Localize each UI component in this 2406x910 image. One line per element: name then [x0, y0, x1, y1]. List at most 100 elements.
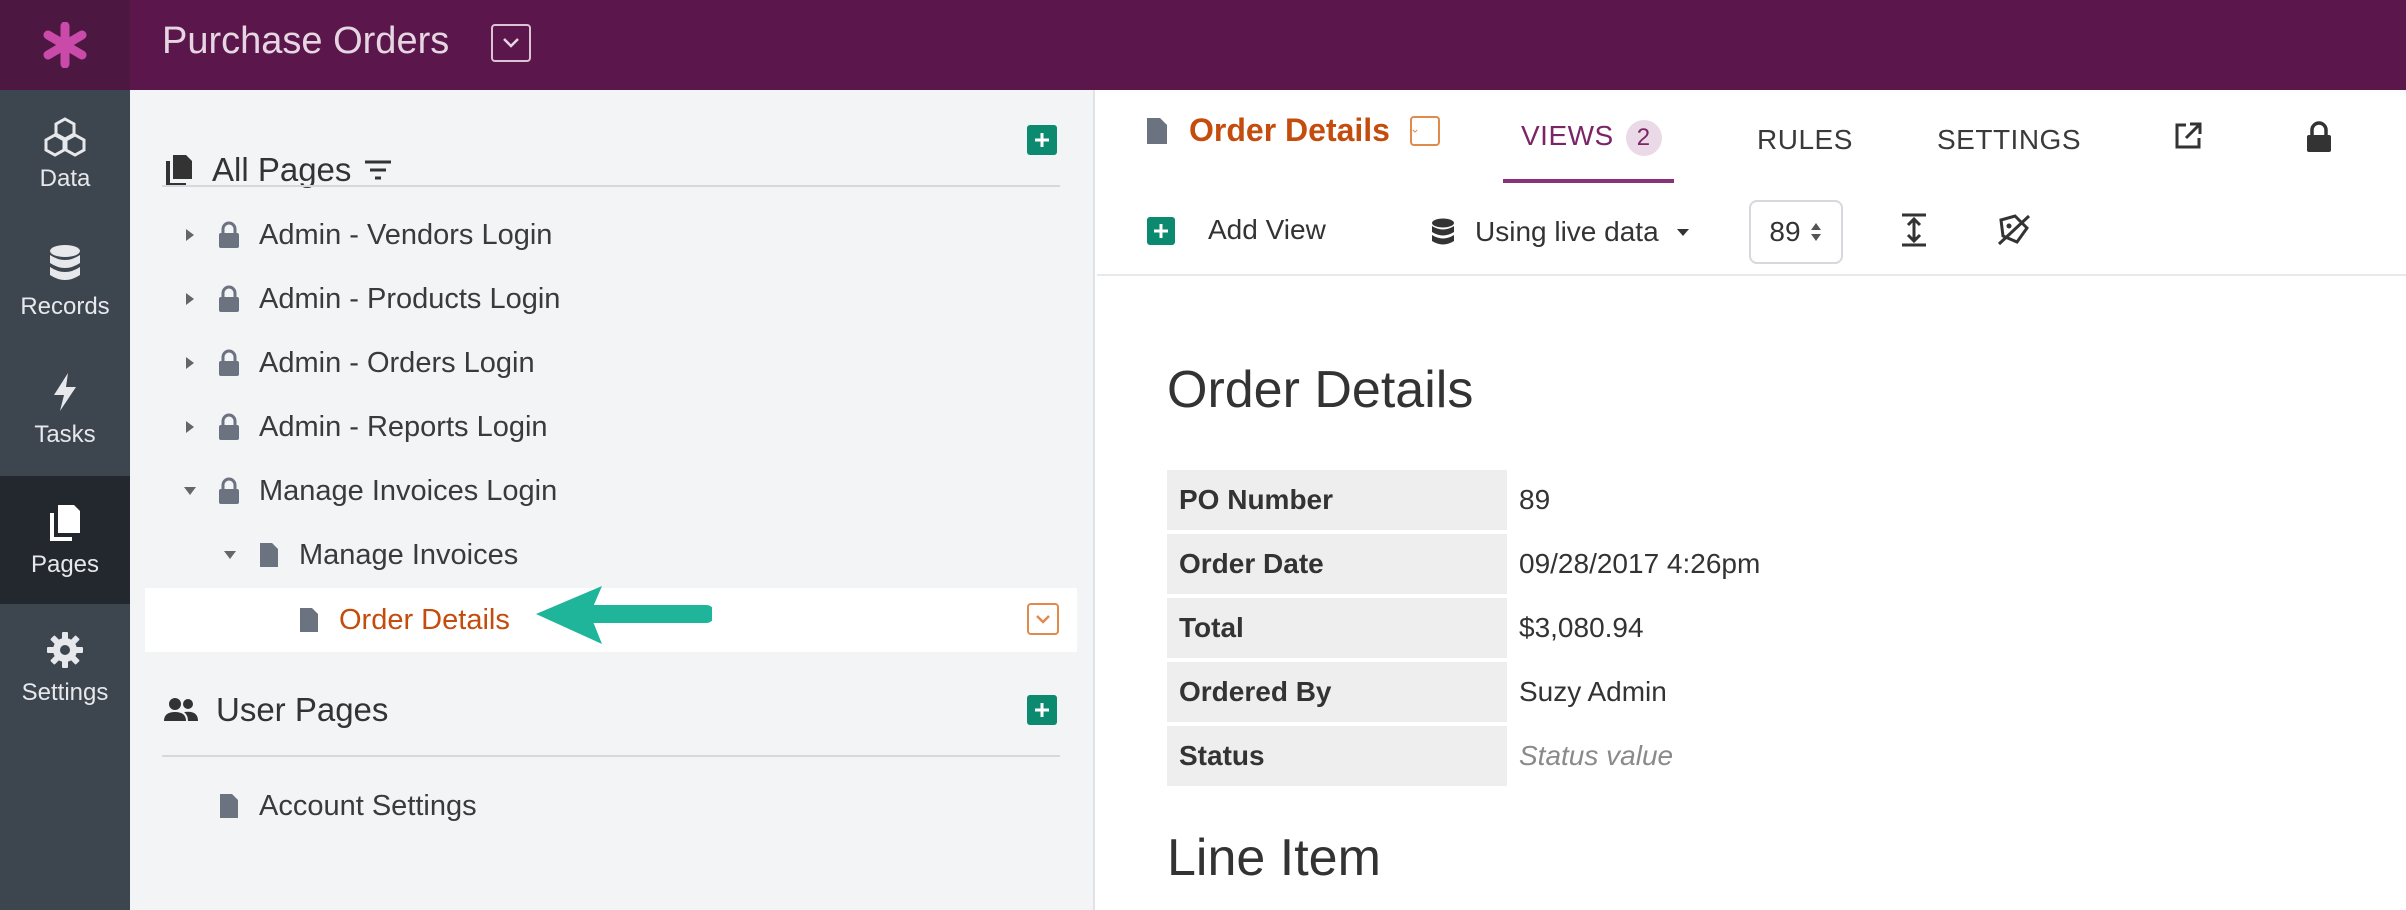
tab-rules[interactable]: RULES	[1757, 124, 1853, 156]
chevron-down-icon	[503, 38, 519, 48]
tree-item-invoices-login[interactable]: Manage Invoices Login	[175, 463, 557, 519]
record-id-select[interactable]: 89	[1749, 200, 1843, 264]
caret-down-icon[interactable]	[215, 549, 245, 561]
tree-item-vendors-login[interactable]: Admin - Vendors Login	[175, 207, 552, 263]
page-title-dropdown[interactable]	[1409, 115, 1440, 146]
tree-item-label: Manage Invoices Login	[259, 474, 558, 507]
chevron-down-icon	[1412, 129, 1418, 133]
tree-item-manage-invoices[interactable]: Manage Invoices	[215, 527, 518, 583]
rail-item-pages[interactable]: Pages	[0, 476, 130, 604]
page-icon	[255, 541, 283, 569]
user-pages-label: User Pages	[216, 691, 389, 728]
annotation-arrow-icon	[536, 586, 712, 644]
details-row: Total $3,080.94	[1167, 598, 2107, 658]
rail-item-data[interactable]: Data	[0, 90, 130, 218]
external-link-icon[interactable]	[2172, 120, 2204, 152]
caret-right-icon[interactable]	[175, 419, 205, 435]
plus-icon	[1035, 133, 1049, 147]
caret-right-icon[interactable]	[175, 227, 205, 243]
rail-item-label: Records	[20, 293, 110, 320]
tree-item-reports-login[interactable]: Admin - Reports Login	[175, 399, 548, 455]
rail-item-settings[interactable]: Settings	[0, 604, 130, 732]
details-row: Ordered By Suzy Admin	[1167, 662, 2107, 722]
database-icon	[50, 245, 80, 280]
page-icon	[1147, 117, 1167, 144]
caret-right-icon[interactable]	[175, 355, 205, 371]
lock-icon	[215, 349, 243, 377]
tree-item-account-settings[interactable]: Account Settings	[215, 778, 477, 834]
details-row: PO Number 89	[1167, 470, 2107, 530]
plus-icon	[1154, 224, 1168, 238]
lock-icon[interactable]	[2305, 120, 2333, 154]
tree-item-label: Admin - Products Login	[259, 282, 561, 315]
lock-icon	[215, 285, 243, 313]
pages-icon	[166, 155, 192, 186]
page-icon	[295, 606, 323, 634]
field-value: $3,080.94	[1519, 612, 1644, 643]
page-icon	[215, 792, 243, 820]
tree-item-label: Order Details	[339, 603, 510, 636]
view-heading: Order Details	[1167, 361, 1474, 419]
field-label: Total	[1167, 598, 1507, 658]
lock-icon	[215, 413, 243, 441]
lock-icon	[215, 477, 243, 505]
tree-item-label: Manage Invoices	[299, 538, 519, 571]
add-view-icon-button[interactable]	[1147, 217, 1175, 245]
field-value: Suzy Admin	[1519, 676, 1667, 707]
details-table: PO Number 89 Order Date 09/28/2017 4:26p…	[1167, 466, 2107, 790]
app-title: Purchase Orders	[162, 20, 450, 62]
views-count-badge: 2	[1625, 120, 1662, 156]
field-value: 09/28/2017 4:26pm	[1519, 548, 1761, 579]
caret-down-icon	[1676, 229, 1689, 236]
lightning-icon	[54, 373, 76, 411]
tree-item-label: Admin - Reports Login	[259, 410, 548, 443]
details-row: Order Date 09/28/2017 4:26pm	[1167, 534, 2107, 594]
database-icon	[1432, 218, 1454, 245]
tree-item-order-details[interactable]: Order Details	[295, 592, 510, 648]
field-label: Status	[1167, 726, 1507, 786]
add-page-button[interactable]	[1027, 125, 1057, 155]
rail-item-label: Settings	[21, 679, 109, 706]
tab-views[interactable]: VIEWS 2	[1521, 120, 1662, 156]
tree-item-label: Admin - Orders Login	[259, 346, 535, 379]
page-title: Order Details	[1189, 112, 1390, 148]
cubes-icon	[44, 117, 86, 157]
pages-tree-panel: All Pages Admin - Vendors Login Admin - …	[130, 90, 1095, 910]
pages-icon	[50, 505, 80, 541]
live-data-dropdown[interactable]: Using live data	[1429, 210, 1709, 254]
line-item-heading: Line Item	[1167, 829, 1381, 887]
page-tabs: Order Details VIEWS 2 RULES SETTINGS	[1097, 90, 2406, 186]
record-id-value: 89	[1769, 216, 1801, 247]
lock-icon	[215, 221, 243, 249]
tab-settings[interactable]: SETTINGS	[1937, 124, 2081, 156]
gear-icon	[47, 632, 83, 668]
tree-item-orders-login[interactable]: Admin - Orders Login	[175, 335, 535, 391]
field-value-placeholder: Status value	[1519, 740, 1674, 771]
rail-item-label: Data	[39, 165, 91, 192]
app-header: Purchase Orders	[130, 0, 2406, 90]
add-user-page-button[interactable]	[1027, 695, 1057, 725]
field-label: Ordered By	[1167, 662, 1507, 722]
rail-item-tasks[interactable]: Tasks	[0, 346, 130, 474]
caret-right-icon[interactable]	[175, 291, 205, 307]
app-logo[interactable]	[0, 0, 130, 90]
filter-icon[interactable]	[363, 158, 393, 182]
plus-icon	[1035, 703, 1049, 717]
caret-down-icon[interactable]	[175, 485, 205, 497]
row-options-dropdown[interactable]	[1027, 603, 1059, 635]
tree-item-products-login[interactable]: Admin - Products Login	[175, 271, 560, 327]
asterisk-logo-icon	[43, 22, 87, 68]
rail-item-label: Pages	[30, 551, 100, 578]
tab-label: VIEWS	[1521, 120, 1614, 151]
app-menu-dropdown[interactable]	[491, 24, 531, 62]
page-title-selector[interactable]: Order Details	[1145, 112, 1440, 149]
nav-rail: Data Records Tasks Pages Settings	[0, 0, 130, 910]
tree-item-label: Admin - Vendors Login	[259, 218, 553, 251]
expand-height-icon[interactable]	[1899, 212, 1929, 248]
add-view-button[interactable]: Add View	[1208, 214, 1326, 246]
live-data-label: Using live data	[1475, 216, 1659, 247]
tree-item-label: Account Settings	[259, 789, 477, 822]
rail-item-records[interactable]: Records	[0, 218, 130, 346]
design-off-icon[interactable]	[1995, 212, 2033, 248]
chevron-down-icon	[1036, 615, 1050, 624]
